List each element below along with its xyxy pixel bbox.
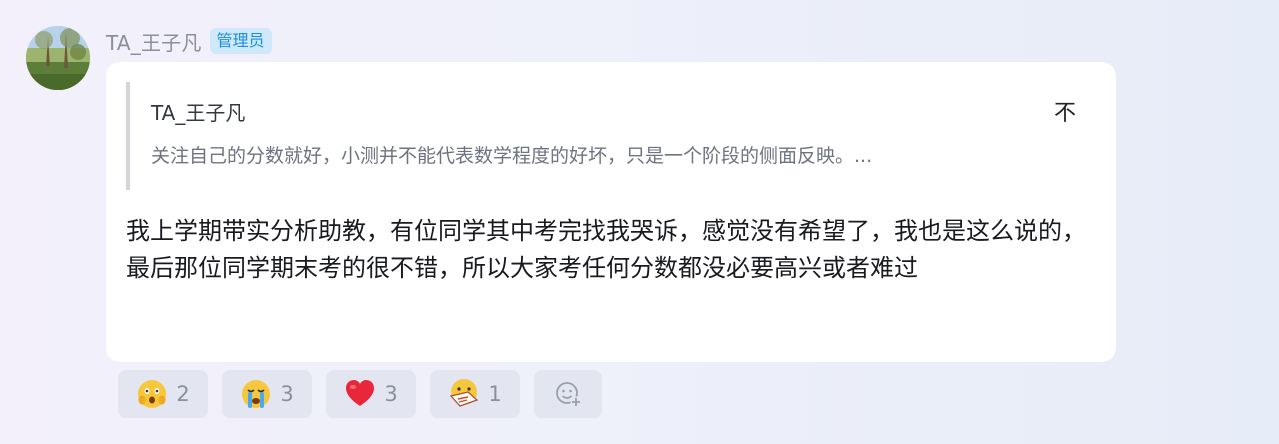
reaction-bar: 2 3 3 1 <box>118 370 602 418</box>
red-heart-icon <box>346 380 375 406</box>
comment-text: 我上学期带实分析助教，有位同学其中考完找我哭诉，感觉没有希望了，我也是这么说的，… <box>126 217 1086 282</box>
reaction-scared[interactable]: 2 <box>118 370 208 418</box>
reaction-crying[interactable]: 3 <box>222 370 312 418</box>
quoted-author-name: TA_王子凡 <box>151 101 246 125</box>
reaction-count: 3 <box>280 382 294 406</box>
quoted-reply[interactable]: TA_王子凡 不 关注自己的分数就好，小测并不能代表数学程度的好坏，只是一个阶段… <box>126 82 1080 190</box>
comment-card: TA_王子凡 不 关注自己的分数就好，小测并不能代表数学程度的好坏，只是一个阶段… <box>106 62 1116 362</box>
reaction-count: 3 <box>384 382 398 406</box>
reaction-count: 2 <box>176 382 190 406</box>
quote-collapse-icon[interactable]: 不 <box>1054 95 1076 127</box>
reaction-heart[interactable]: 3 <box>326 370 416 418</box>
author-name[interactable]: TA_王子凡 <box>106 27 202 56</box>
add-emoji-icon <box>556 382 582 408</box>
reaction-newspaper[interactable]: 1 <box>430 370 520 418</box>
comment-header: TA_王子凡 管理员 <box>106 26 272 56</box>
crying-face-icon <box>242 380 271 408</box>
add-reaction-button[interactable] <box>534 370 602 418</box>
scared-face-icon <box>138 380 167 408</box>
reaction-count: 1 <box>488 382 502 406</box>
quoted-text: 关注自己的分数就好，小测并不能代表数学程度的好坏，只是一个阶段的侧面反映。... <box>151 145 873 167</box>
admin-badge: 管理员 <box>209 28 272 54</box>
avatar[interactable] <box>26 26 90 90</box>
newspaper-face-icon <box>450 379 479 407</box>
